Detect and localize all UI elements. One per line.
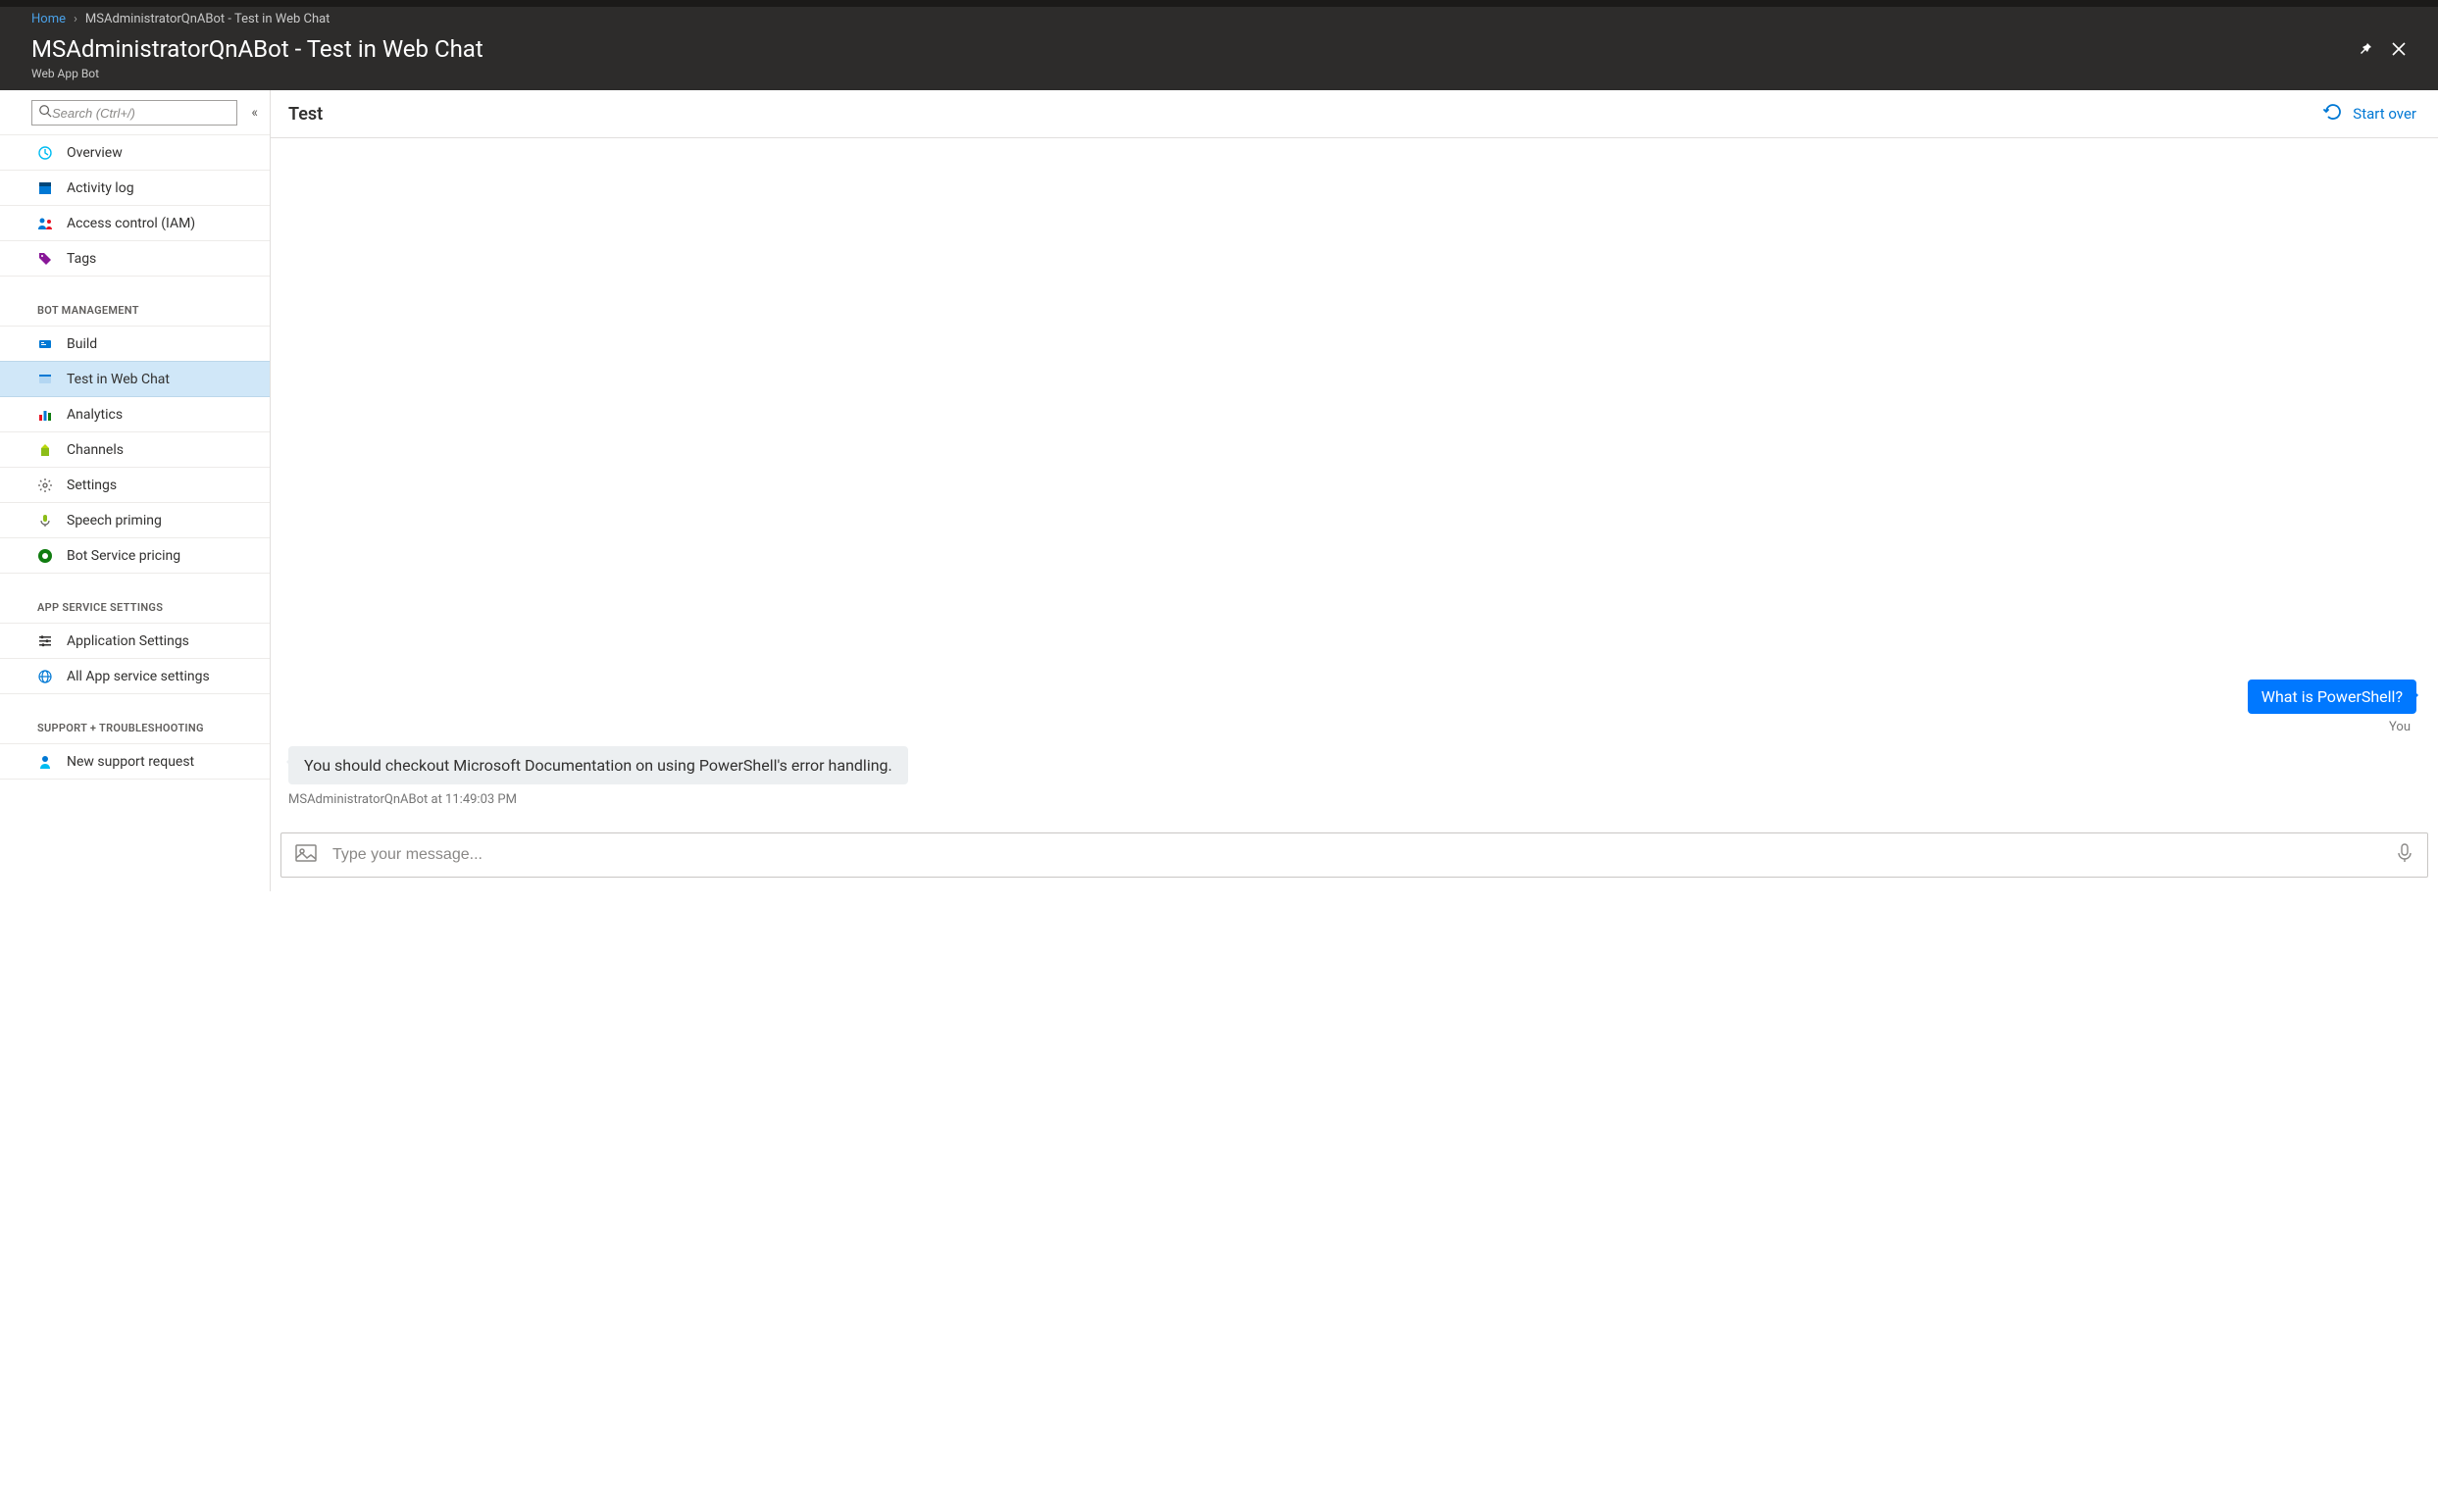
sidebar-section-support: SUPPORT + TROUBLESHOOTING <box>0 694 270 744</box>
webchat-icon <box>37 372 53 387</box>
sidebar-item-label: Access control (IAM) <box>67 216 195 231</box>
content-header: Test Start over <box>271 90 2438 138</box>
search-input-container[interactable] <box>31 100 237 126</box>
sidebar-item-channels[interactable]: Channels <box>0 431 270 468</box>
chat-input[interactable] <box>332 846 2380 864</box>
sidebar-item-label: Analytics <box>67 407 123 423</box>
pin-icon[interactable] <box>2358 41 2373 61</box>
sidebar-item-speech-priming[interactable]: Speech priming <box>0 502 270 538</box>
pricing-icon <box>37 548 53 564</box>
global-nav-bar <box>0 0 2438 7</box>
sidebar-item-label: Channels <box>67 442 124 458</box>
sidebar-item-new-support-request[interactable]: New support request <box>0 743 270 780</box>
activity-log-icon <box>37 180 53 196</box>
restart-icon <box>2323 102 2343 126</box>
search-input[interactable] <box>52 106 230 121</box>
sidebar-item-settings[interactable]: Settings <box>0 467 270 503</box>
sidebar-item-label: Tags <box>67 251 96 267</box>
chat-message-bot: You should checkout Microsoft Documentat… <box>288 746 908 784</box>
tags-icon <box>37 251 53 267</box>
chat-message-bot-meta: MSAdministratorQnABot at 11:49:03 PM <box>288 792 517 807</box>
sidebar: « Overview Activity log Access control (… <box>0 90 271 891</box>
globe-icon <box>37 669 53 684</box>
sidebar-item-build[interactable]: Build <box>0 326 270 362</box>
sidebar-item-label: Test in Web Chat <box>67 372 170 387</box>
sidebar-item-all-app-settings[interactable]: All App service settings <box>0 658 270 694</box>
chat-message-user: What is PowerShell? <box>2248 680 2416 714</box>
sidebar-section-app-service: APP SERVICE SETTINGS <box>0 574 270 624</box>
sidebar-section-bot-management: BOT MANAGEMENT <box>0 277 270 327</box>
content-pane: Test Start over What is PowerShell? You … <box>271 90 2438 891</box>
sidebar-item-label: Build <box>67 336 97 352</box>
sidebar-item-label: Speech priming <box>67 513 162 529</box>
page-subtitle: Web App Bot <box>31 67 483 80</box>
chat-message-user-meta: You <box>2389 720 2416 734</box>
breadcrumb-current: MSAdministratorQnABot - Test in Web Chat <box>85 12 330 26</box>
sidebar-item-label: Overview <box>67 145 123 161</box>
sidebar-item-bot-pricing[interactable]: Bot Service pricing <box>0 537 270 574</box>
breadcrumb: Home › MSAdministratorQnABot - Test in W… <box>0 7 2438 31</box>
channels-icon <box>37 442 53 458</box>
close-icon[interactable] <box>2391 41 2407 61</box>
gear-icon <box>37 478 53 493</box>
search-icon <box>38 104 52 122</box>
sidebar-item-label: Activity log <box>67 180 134 196</box>
application-settings-icon <box>37 633 53 649</box>
sidebar-item-application-settings[interactable]: Application Settings <box>0 623 270 659</box>
sidebar-item-analytics[interactable]: Analytics <box>0 396 270 432</box>
sidebar-item-activity-log[interactable]: Activity log <box>0 170 270 206</box>
title-bar: MSAdministratorQnABot - Test in Web Chat… <box>0 31 2438 90</box>
sidebar-item-label: All App service settings <box>67 669 210 684</box>
sidebar-item-label: New support request <box>67 754 194 770</box>
content-title: Test <box>288 104 323 125</box>
sidebar-item-tags[interactable]: Tags <box>0 240 270 277</box>
sidebar-item-label: Application Settings <box>67 633 189 649</box>
breadcrumb-separator: › <box>74 12 77 26</box>
overview-icon <box>37 145 53 161</box>
analytics-icon <box>37 407 53 423</box>
sidebar-item-label: Settings <box>67 478 117 493</box>
microphone-icon[interactable] <box>2396 842 2413 868</box>
chat-input-row <box>280 832 2428 878</box>
start-over-label: Start over <box>2353 105 2416 123</box>
access-control-icon <box>37 216 53 231</box>
sidebar-item-access-control[interactable]: Access control (IAM) <box>0 205 270 241</box>
sidebar-item-overview[interactable]: Overview <box>0 134 270 171</box>
support-icon <box>37 754 53 770</box>
start-over-button[interactable]: Start over <box>2323 102 2416 126</box>
microphone-icon <box>37 513 53 529</box>
chat-area: What is PowerShell? You You should check… <box>271 138 2438 825</box>
breadcrumb-home-link[interactable]: Home <box>31 12 66 26</box>
upload-image-icon[interactable] <box>295 844 317 866</box>
page-title: MSAdministratorQnABot - Test in Web Chat <box>31 35 483 63</box>
collapse-sidebar-icon[interactable]: « <box>247 105 262 121</box>
build-icon <box>37 336 53 352</box>
sidebar-item-test-web-chat[interactable]: Test in Web Chat <box>0 361 270 397</box>
sidebar-item-label: Bot Service pricing <box>67 548 180 564</box>
